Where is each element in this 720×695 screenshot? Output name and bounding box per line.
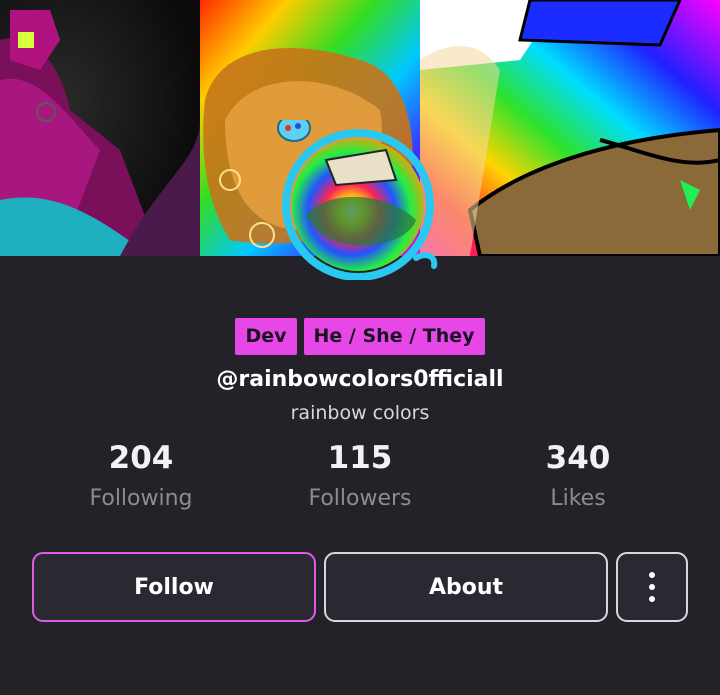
more-options-button[interactable] xyxy=(616,552,688,622)
profile-handle: @rainbowcolors0fficiall xyxy=(216,367,504,392)
stat-followers-value: 115 xyxy=(327,440,393,476)
about-button-label: About xyxy=(428,574,504,600)
stat-following-label: Following xyxy=(89,486,193,511)
about-button[interactable]: About xyxy=(324,552,608,622)
badge-dev: Dev xyxy=(235,318,297,355)
stat-likes[interactable]: 340 Likes xyxy=(468,438,688,511)
avatar[interactable] xyxy=(266,114,450,281)
more-vertical-icon-dot xyxy=(649,584,655,590)
avatar-image xyxy=(277,114,438,281)
stat-followers-label: Followers xyxy=(308,486,412,511)
more-vertical-icon xyxy=(649,572,655,578)
more-vertical-icon-dot xyxy=(649,596,655,602)
badge-row: Dev He / She / They xyxy=(0,318,720,355)
jellyfish-icon xyxy=(277,114,311,142)
stat-likes-label: Likes xyxy=(550,486,606,511)
stat-following-value: 204 xyxy=(108,440,174,476)
stat-following[interactable]: 204 Following xyxy=(31,438,251,511)
stat-likes-value: 340 xyxy=(545,440,611,476)
profile-display-name: rainbow colors xyxy=(290,402,430,424)
follow-button[interactable]: Follow xyxy=(32,552,316,622)
follow-button-label: Follow xyxy=(134,574,214,600)
stat-followers[interactable]: 115 Followers xyxy=(250,438,470,511)
badge-pronouns: He / She / They xyxy=(303,318,485,355)
